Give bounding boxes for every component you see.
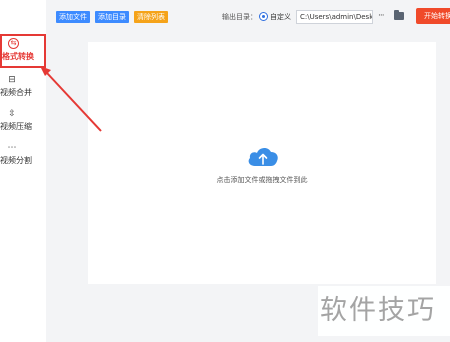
sidebar-item-label: 视频合并	[0, 88, 32, 97]
sidebar-item-label: 视频分割	[0, 156, 32, 165]
cloud-upload-icon	[248, 147, 278, 166]
add-file-button[interactable]: 添加文件	[56, 11, 90, 23]
output-dir-label: 输出目录：	[222, 13, 257, 21]
open-folder-icon[interactable]	[394, 10, 404, 20]
app-window: ⇆ 格式转换 ⊟ 视频合并 ⇳ 视频压缩 ⋯ 视频分割 添加文件 添加目录 清除…	[0, 0, 450, 342]
sidebar-item-video-compress[interactable]: ⇳ 视频压缩	[0, 106, 46, 140]
sidebar-item-video-merge[interactable]: ⊟ 视频合并	[0, 72, 46, 106]
sidebar: ⇆ 格式转换 ⊟ 视频合并 ⇳ 视频压缩 ⋯ 视频分割	[0, 0, 46, 342]
add-folder-button[interactable]: 添加目录	[95, 11, 129, 23]
custom-output-radio[interactable]	[259, 12, 268, 21]
custom-option-label[interactable]: 自定义	[270, 11, 291, 23]
merge-icon: ⊟	[8, 75, 16, 85]
drop-hint-text: 点击添加文件或拖拽文件到此	[216, 176, 308, 184]
sidebar-item-video-split[interactable]: ⋯ 视频分割	[0, 140, 46, 174]
file-drop-zone[interactable]: 点击添加文件或拖拽文件到此	[88, 42, 436, 284]
start-convert-button[interactable]: 开始转换	[416, 8, 450, 24]
clear-list-button[interactable]: 清除列表	[134, 11, 168, 23]
output-path-input[interactable]: C:\Users\admin\Deskto	[296, 10, 373, 24]
sidebar-item-label: 视频压缩	[0, 122, 32, 131]
watermark: 软件技巧	[318, 286, 450, 336]
compress-icon: ⇳	[8, 109, 16, 119]
split-icon: ⋯	[7, 143, 17, 153]
convert-icon: ⇆	[8, 38, 19, 49]
sidebar-item-label: 格式转换	[2, 52, 34, 61]
toolbar: 添加文件 添加目录 清除列表 输出目录： 自定义 C:\Users\admin\…	[46, 0, 450, 34]
more-options-button[interactable]: ···	[378, 10, 385, 22]
sidebar-item-format-convert[interactable]: ⇆ 格式转换	[0, 34, 46, 68]
